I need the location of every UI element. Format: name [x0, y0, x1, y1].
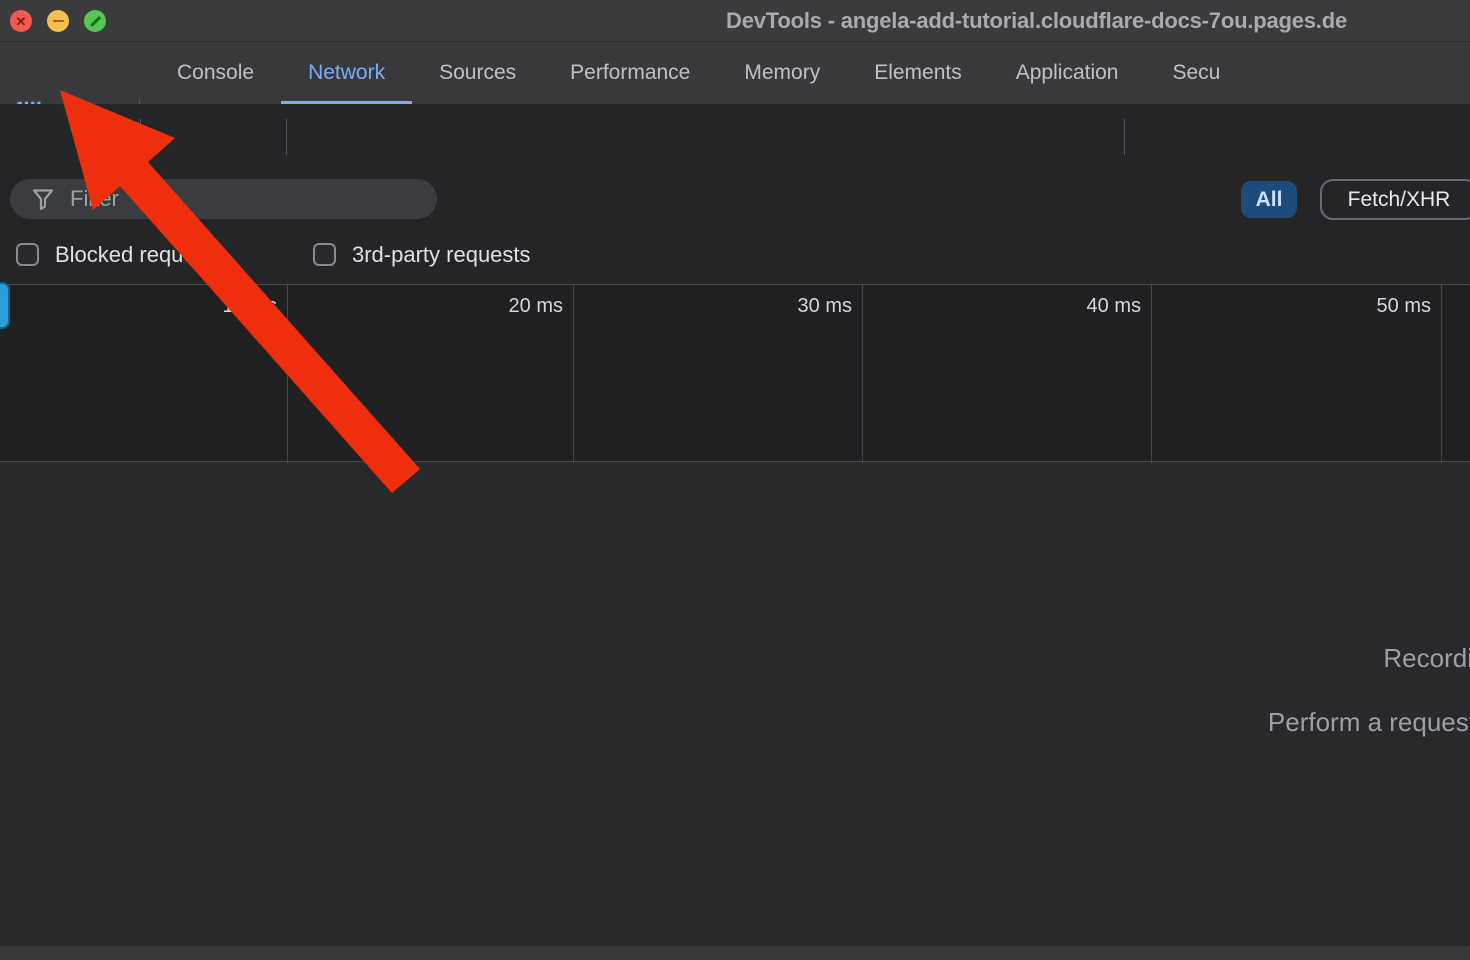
tab-application[interactable]: Application — [989, 42, 1146, 104]
tab-performance[interactable]: Performance — [543, 42, 717, 104]
filter-bar-secondary: Blocked requests 3rd-party requests — [0, 228, 1470, 284]
timeline-edge-handle[interactable] — [0, 282, 10, 329]
filter-bar: Invert Hide data URLs Hide extension URL… — [0, 170, 1470, 228]
network-toolbar: Preserve log Disable cache No throttling — [0, 104, 1470, 170]
window-title: DevTools - angela-add-tutorial.cloudflar… — [726, 8, 1347, 34]
tab-network[interactable]: Network — [281, 42, 412, 104]
titlebar: ✕ DevTools - angela-add-tutorial.cloudfl… — [0, 0, 1470, 42]
timeline-divider — [287, 285, 288, 463]
blocked-requests-label: Blocked requests — [55, 242, 224, 268]
filter-input[interactable] — [70, 186, 400, 212]
tab-sources[interactable]: Sources — [412, 42, 543, 104]
separator — [140, 119, 141, 155]
third-party-requests-label: 3rd-party requests — [352, 242, 531, 268]
tab-elements[interactable]: Elements — [847, 42, 989, 104]
devtools-tabbar: Console Network Sources Performance Memo… — [0, 42, 1470, 104]
request-type-fetch-xhr-button[interactable]: Fetch/XHR — [1320, 179, 1470, 220]
blocked-requests-checkbox[interactable] — [16, 243, 39, 266]
separator — [1124, 119, 1125, 155]
timeline-divider — [1151, 285, 1152, 463]
separator — [286, 119, 287, 155]
close-icon[interactable]: ✕ — [10, 10, 32, 32]
timeline-divider — [573, 285, 574, 463]
third-party-requests-checkbox[interactable] — [313, 243, 336, 266]
timeline-tick-label: 20 ms — [453, 295, 563, 318]
requests-empty-area: Recordi Perform a request — [0, 463, 1470, 960]
tab-memory[interactable]: Memory — [717, 42, 847, 104]
funnel-icon — [32, 188, 54, 210]
window-bottom-strip — [0, 946, 1470, 960]
filter-input-container — [10, 179, 437, 219]
empty-state-recording-text: Recordi — [1383, 643, 1470, 674]
panel-tabs: Console Network Sources Performance Memo… — [150, 42, 1247, 104]
request-type-all-button[interactable]: All — [1241, 181, 1297, 218]
empty-state-hint-text: Perform a request — [1268, 707, 1470, 738]
network-overview-timeline[interactable]: 10 ms 20 ms 30 ms 40 ms 50 ms — [0, 284, 1470, 462]
tab-security[interactable]: Secu — [1145, 42, 1247, 104]
zoom-icon[interactable] — [84, 10, 106, 32]
minimize-icon[interactable] — [47, 10, 69, 32]
timeline-tick-label: 10 ms — [167, 295, 277, 318]
timeline-divider — [862, 285, 863, 463]
devtools-window: ✕ DevTools - angela-add-tutorial.cloudfl… — [0, 0, 1470, 960]
timeline-tick-label: 50 ms — [1321, 295, 1431, 318]
tab-console[interactable]: Console — [150, 42, 281, 104]
timeline-tick-label: 40 ms — [1031, 295, 1141, 318]
timeline-tick-label: 30 ms — [742, 295, 852, 318]
timeline-divider — [1441, 285, 1442, 463]
